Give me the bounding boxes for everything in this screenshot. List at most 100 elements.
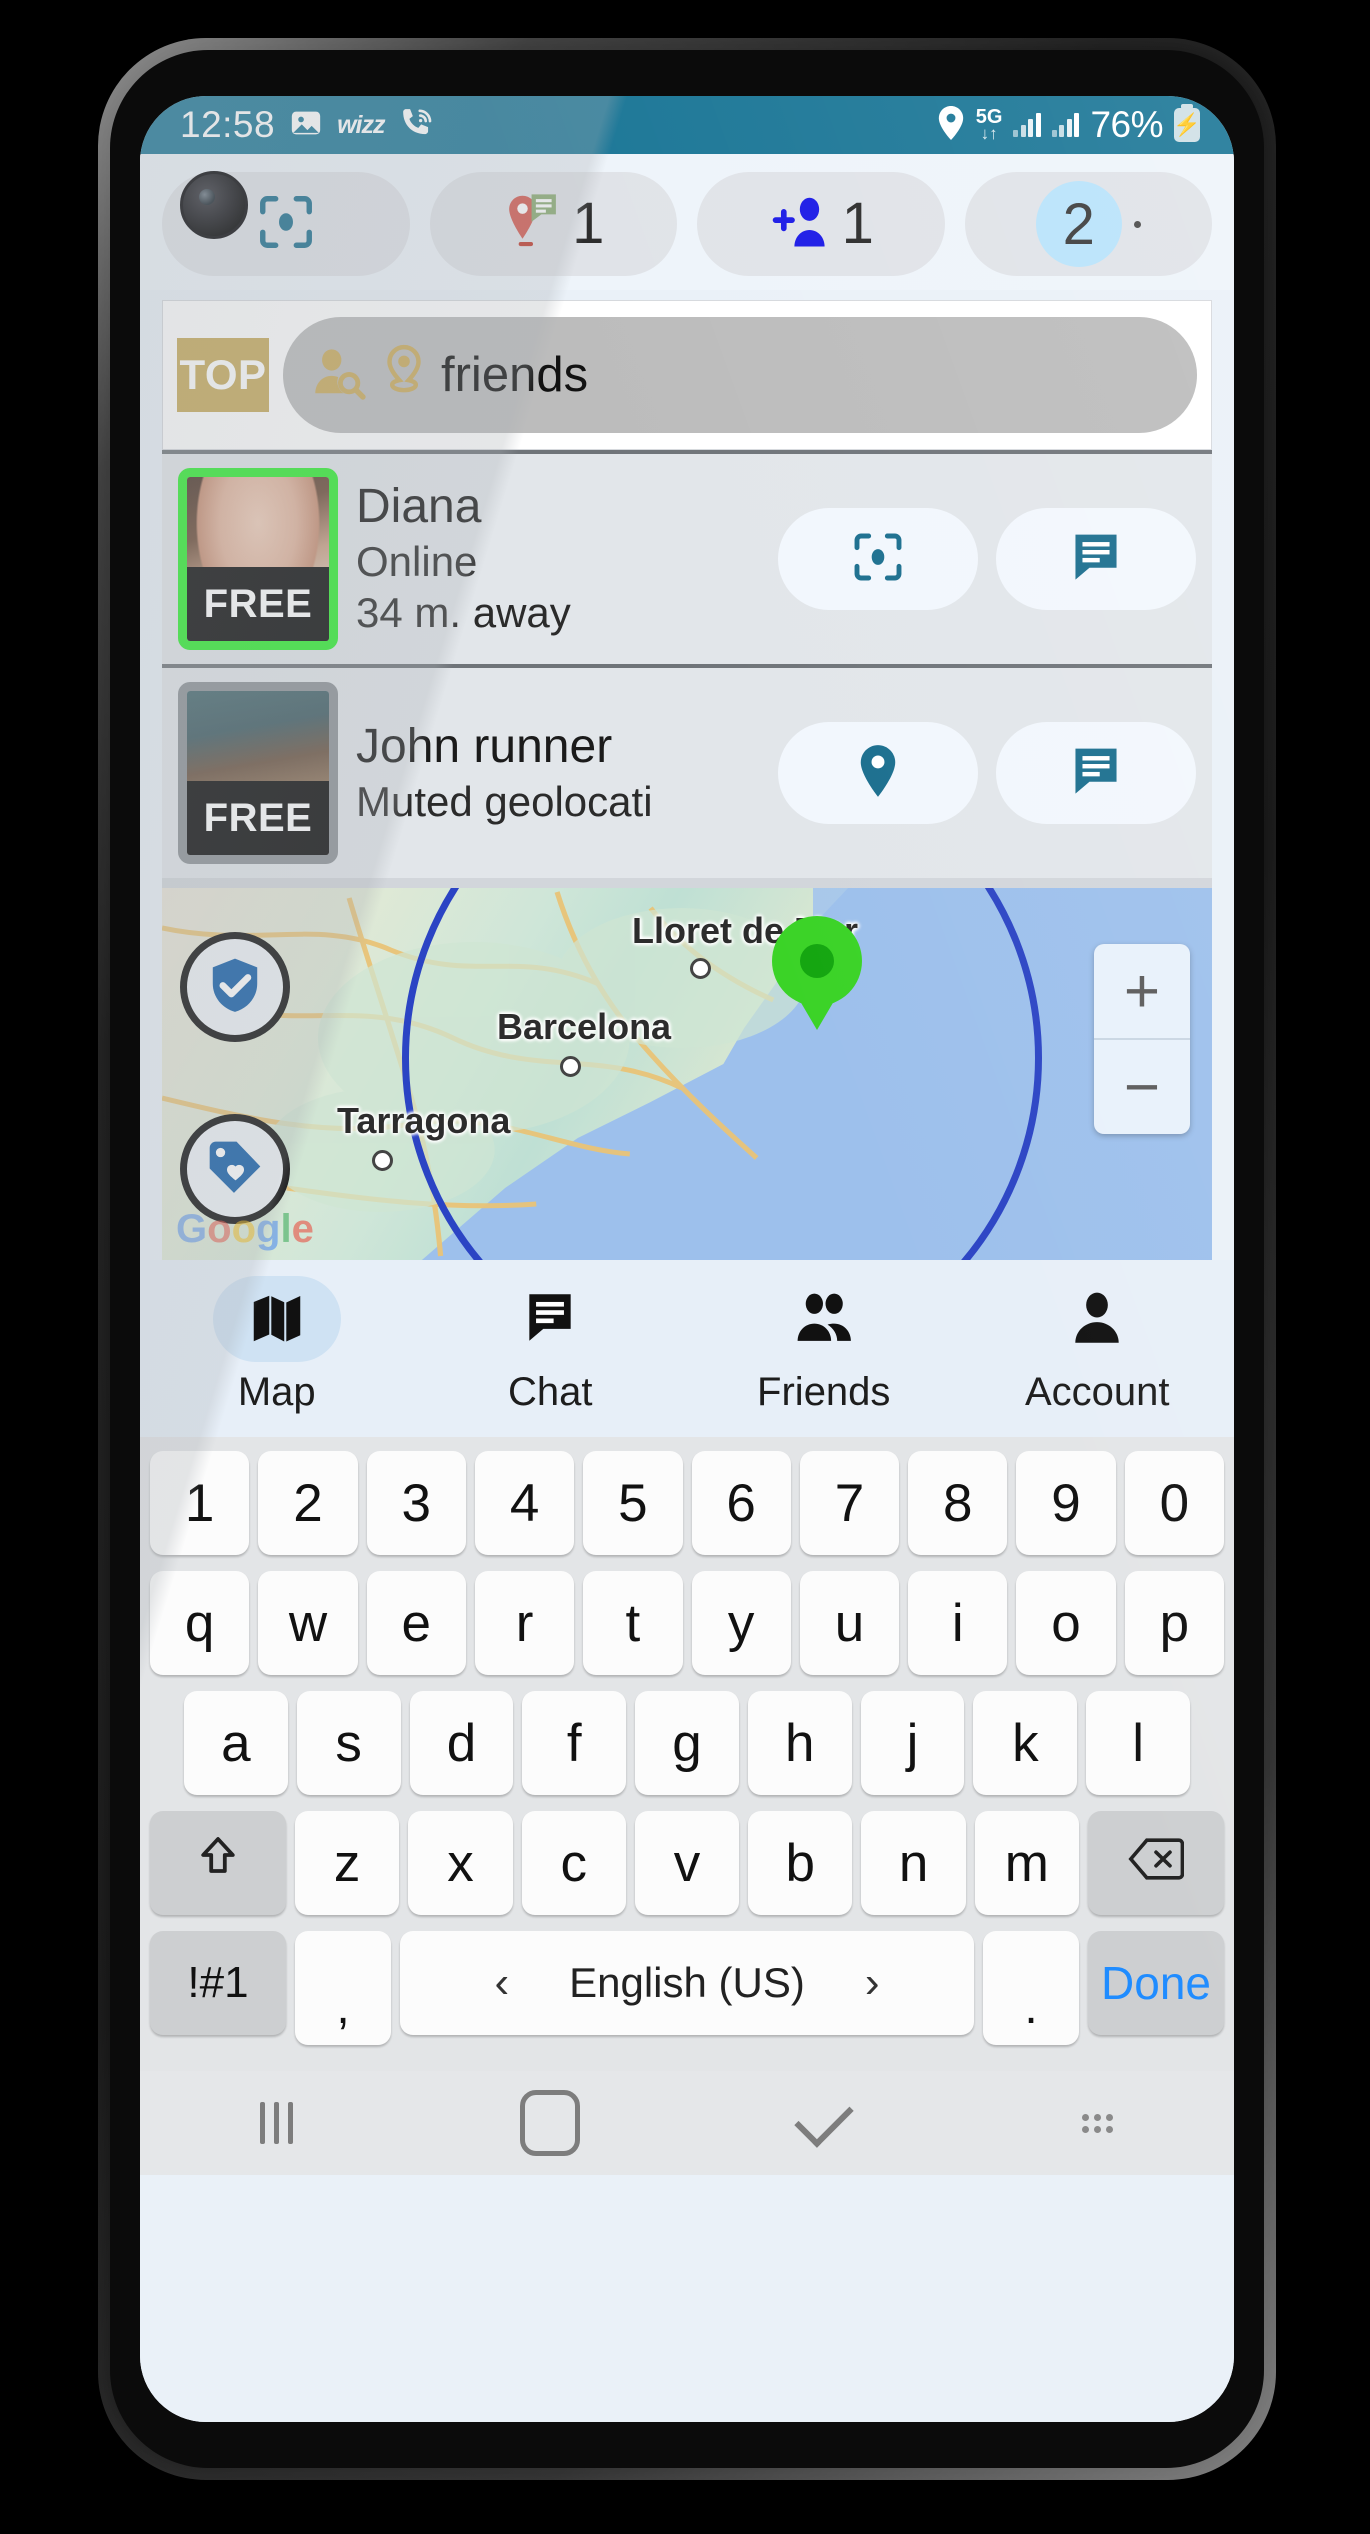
battery-charging-icon: ⚡ (1173, 104, 1201, 142)
friend-meta: Diana Online 34 m. away (356, 479, 760, 638)
key-c[interactable]: c (521, 1811, 626, 1915)
backspace-key[interactable] (1087, 1811, 1224, 1915)
key-m[interactable]: m (974, 1811, 1079, 1915)
shield-check-icon (204, 954, 266, 1021)
key-t[interactable]: t (583, 1571, 683, 1675)
shift-key[interactable] (150, 1811, 287, 1915)
locate-button[interactable] (778, 722, 978, 824)
zoom-out-button[interactable]: − (1094, 1038, 1190, 1134)
keyboard-switch-icon (1081, 2113, 1113, 2133)
period-key[interactable]: . (983, 1931, 1079, 2045)
screenshot-root: 12:58 wizz 5G ↓↑ 76% ⚡ 1 1 2 TOP friends… (0, 0, 1370, 2534)
key-d[interactable]: d (409, 1691, 514, 1795)
back-button[interactable] (687, 2088, 961, 2148)
key-l[interactable]: l (1086, 1691, 1191, 1795)
home-button[interactable] (414, 2090, 688, 2156)
key-2[interactable]: 2 (258, 1451, 358, 1555)
person-icon (1033, 1276, 1161, 1362)
key-k[interactable]: k (973, 1691, 1078, 1795)
key-a[interactable]: a (183, 1691, 288, 1795)
key-p[interactable]: p (1124, 1571, 1224, 1675)
phone-frame: 12:58 wizz 5G ↓↑ 76% ⚡ 1 1 2 TOP friends… (98, 38, 1276, 2480)
wifi-calling-icon (399, 106, 435, 145)
keyboard-row-numbers: 1 2 3 4 5 6 7 8 9 0 (150, 1451, 1224, 1555)
search-input[interactable]: friends (283, 317, 1197, 433)
key-8[interactable]: 8 (908, 1451, 1008, 1555)
key-7[interactable]: 7 (799, 1451, 900, 1555)
tab-chat[interactable]: Chat (414, 1276, 688, 1415)
key-x[interactable]: x (408, 1811, 513, 1915)
key-s[interactable]: s (296, 1691, 401, 1795)
friend-status: Muted geolocati (356, 777, 653, 825)
carrier-label: wizz (337, 110, 385, 139)
chat-button[interactable] (996, 722, 1196, 824)
key-e[interactable]: e (366, 1571, 466, 1675)
key-u[interactable]: u (799, 1571, 900, 1675)
tab-friends[interactable]: Friends (687, 1276, 961, 1415)
signal-bars-icon-2 (1051, 113, 1080, 137)
space-key[interactable]: ‹ English (US) › (400, 1931, 974, 2035)
friend-requests-count: 1 (841, 191, 874, 256)
search-input-value: friends (441, 348, 589, 402)
key-j[interactable]: j (860, 1691, 965, 1795)
keyboard-switch-button[interactable] (961, 2113, 1235, 2133)
key-3[interactable]: 3 (366, 1451, 466, 1555)
qr-scan-icon (850, 529, 906, 590)
key-g[interactable]: g (635, 1691, 739, 1795)
key-0[interactable]: 0 (1124, 1451, 1224, 1555)
friend-meta: John runner Muted geolocati (356, 719, 760, 827)
scan-button[interactable] (778, 508, 978, 610)
key-y[interactable]: y (691, 1571, 791, 1675)
key-q[interactable]: q (150, 1571, 250, 1675)
key-h[interactable]: h (747, 1691, 852, 1795)
free-tag: FREE (187, 567, 329, 641)
key-n[interactable]: n (861, 1811, 966, 1915)
map-zoom-controls: + − (1094, 944, 1190, 1134)
user-location-pin[interactable] (772, 916, 862, 1034)
done-key[interactable]: Done (1088, 1931, 1224, 2035)
chat-unread-button[interactable]: 2 (964, 172, 1212, 276)
table-row[interactable]: FREE Diana Online 34 m. away (162, 454, 1212, 664)
table-row[interactable]: FREE John runner Muted geolocati (162, 668, 1212, 878)
people-icon (760, 1276, 888, 1362)
tab-account[interactable]: Account (961, 1276, 1235, 1415)
location-requests-button[interactable]: 1 (429, 172, 677, 276)
location-pin-icon (852, 743, 904, 804)
key-5[interactable]: 5 (583, 1451, 683, 1555)
status-bar-left: 12:58 wizz (140, 104, 435, 146)
front-camera (180, 171, 248, 239)
keyboard-row-space: !#1 , ‹ English (US) › . Done (150, 1931, 1224, 2045)
tab-map[interactable]: Map (140, 1276, 414, 1415)
android-nav-bar (140, 2071, 1234, 2175)
map-city-dot (560, 1056, 581, 1077)
zoom-in-button[interactable]: + (1094, 944, 1190, 1038)
key-v[interactable]: v (634, 1811, 740, 1915)
key-w[interactable]: w (258, 1571, 358, 1675)
recents-button[interactable] (140, 2102, 414, 2144)
prev-language-icon[interactable]: ‹ (494, 1958, 509, 2008)
key-f[interactable]: f (522, 1691, 627, 1795)
key-r[interactable]: r (474, 1571, 575, 1675)
shift-icon (194, 1833, 242, 1894)
status-time: 12:58 (180, 104, 276, 145)
key-6[interactable]: 6 (691, 1451, 791, 1555)
key-i[interactable]: i (908, 1571, 1008, 1675)
key-b[interactable]: b (748, 1811, 853, 1915)
key-o[interactable]: o (1016, 1571, 1116, 1675)
chat-button[interactable] (996, 508, 1196, 610)
symbols-key[interactable]: !#1 (150, 1931, 286, 2035)
key-9[interactable]: 9 (1016, 1451, 1116, 1555)
key-1[interactable]: 1 (150, 1451, 250, 1555)
map-view[interactable]: Lloret de Mar Barcelona Tarragona Google… (162, 888, 1212, 1260)
avatar[interactable]: FREE (178, 682, 338, 864)
friend-status: Online (356, 538, 478, 586)
verified-shield-badge[interactable] (180, 932, 290, 1042)
add-person-icon (768, 191, 834, 258)
avatar[interactable]: FREE (178, 468, 338, 650)
key-z[interactable]: z (295, 1811, 400, 1915)
key-4[interactable]: 4 (474, 1451, 575, 1555)
friend-requests-button[interactable]: 1 (697, 172, 945, 276)
comma-key[interactable]: , (295, 1931, 391, 2045)
status-bar: 12:58 wizz 5G ↓↑ 76% ⚡ (140, 96, 1234, 154)
next-language-icon[interactable]: › (865, 1958, 880, 2008)
